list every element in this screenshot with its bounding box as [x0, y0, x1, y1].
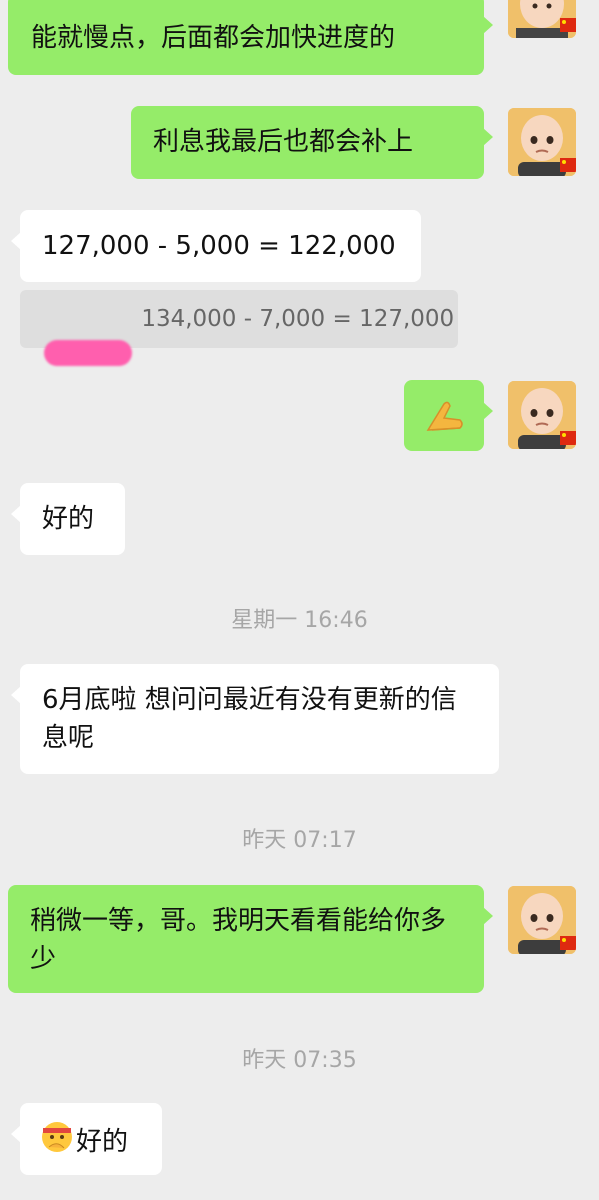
message-text: 127,000 - 5,000 = 122,000	[42, 231, 396, 261]
quoted-text: 134,000 - 7,000 = 127,000	[141, 306, 455, 332]
timestamp: 星期一 16:46	[231, 608, 368, 633]
message-text: 利息我最后也都会补上	[153, 127, 414, 157]
message-text: 能就慢点，后面都会加快进度的	[31, 23, 396, 53]
thinking-face-emoji-icon	[40, 1120, 74, 1165]
quoted-message[interactable]: 134,000 - 7,000 = 127,000	[20, 290, 458, 366]
message-bubble-outgoing[interactable]: 能就慢点，后面都会加快进度的	[8, 0, 493, 75]
timestamp: 昨天 07:35	[242, 1048, 357, 1073]
avatar[interactable]	[508, 108, 576, 176]
avatar[interactable]	[508, 381, 576, 449]
avatar[interactable]	[508, 0, 576, 38]
hand-gesture-emoji-icon	[426, 401, 463, 431]
cartoon-boy-avatar-icon	[508, 0, 576, 38]
timestamp: 昨天 07:17	[242, 828, 357, 853]
redaction-mark	[44, 340, 132, 366]
message-bubble-outgoing[interactable]: 稍微一等，哥。我明天看看能给你多少	[8, 885, 493, 993]
cartoon-boy-avatar-icon	[508, 886, 576, 954]
avatar[interactable]	[508, 886, 576, 954]
message-bubble-outgoing[interactable]: 利息我最后也都会补上	[131, 106, 493, 179]
message-bubble-incoming[interactable]: 6月底啦 想问问最近有没有更新的信息呢	[11, 664, 499, 774]
cartoon-boy-avatar-icon	[508, 381, 576, 449]
message-bubble-incoming[interactable]: 127,000 - 5,000 = 122,000	[11, 210, 421, 282]
message-text: 好的	[42, 504, 95, 534]
cartoon-boy-avatar-icon	[508, 108, 576, 176]
message-bubble-incoming[interactable]: 好的	[11, 483, 125, 555]
message-bubble-incoming[interactable]: 好的	[11, 1103, 162, 1175]
message-text: 稍微一等，哥。我明天看看能给你多少	[30, 906, 447, 974]
message-bubble-outgoing[interactable]	[404, 380, 493, 451]
message-text: 6月底啦 想问问最近有没有更新的信息呢	[42, 685, 457, 753]
message-text: 好的	[76, 1127, 129, 1157]
